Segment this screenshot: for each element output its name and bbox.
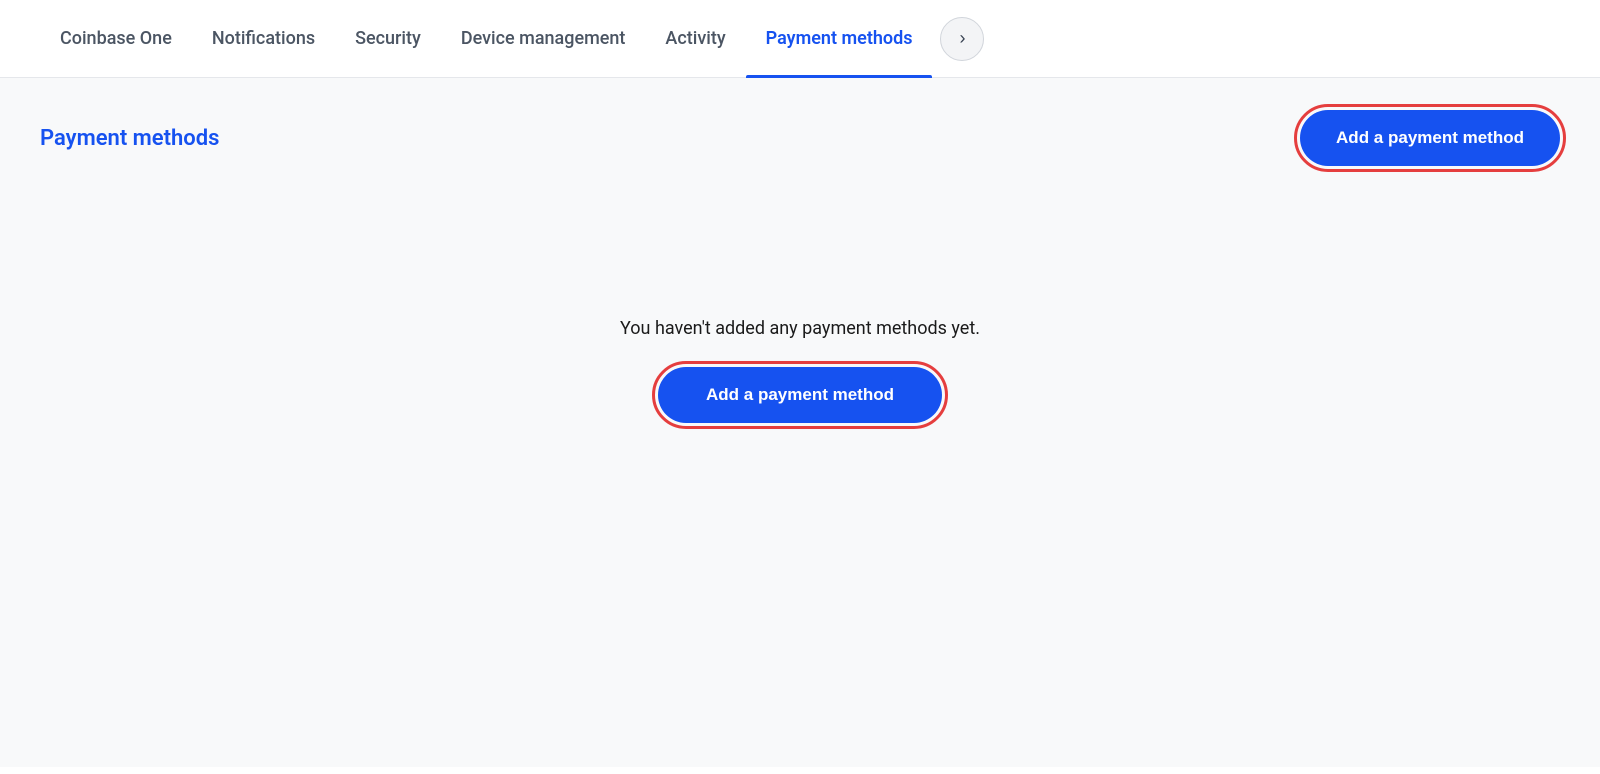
page-wrapper: Coinbase One Notifications Security Devi… <box>0 0 1600 774</box>
add-payment-method-button-top[interactable]: Add a payment method <box>1300 110 1560 166</box>
content-header: Payment methods Add a payment method <box>40 110 1560 166</box>
empty-state-message: You haven't added any payment methods ye… <box>620 318 980 339</box>
empty-state: You haven't added any payment methods ye… <box>40 198 1560 483</box>
main-content: Payment methods Add a payment method You… <box>0 78 1600 767</box>
tab-payment-methods[interactable]: Payment methods <box>746 0 933 77</box>
nav-more-button[interactable]: › <box>940 17 984 61</box>
tab-notifications[interactable]: Notifications <box>192 0 335 77</box>
page-title: Payment methods <box>40 126 219 151</box>
tab-activity[interactable]: Activity <box>645 0 745 77</box>
add-payment-method-button-center[interactable]: Add a payment method <box>658 367 942 423</box>
tab-coinbase-one[interactable]: Coinbase One <box>40 0 192 77</box>
nav-bar: Coinbase One Notifications Security Devi… <box>0 0 1600 78</box>
tab-security[interactable]: Security <box>335 0 441 77</box>
tab-device-management[interactable]: Device management <box>441 0 646 77</box>
